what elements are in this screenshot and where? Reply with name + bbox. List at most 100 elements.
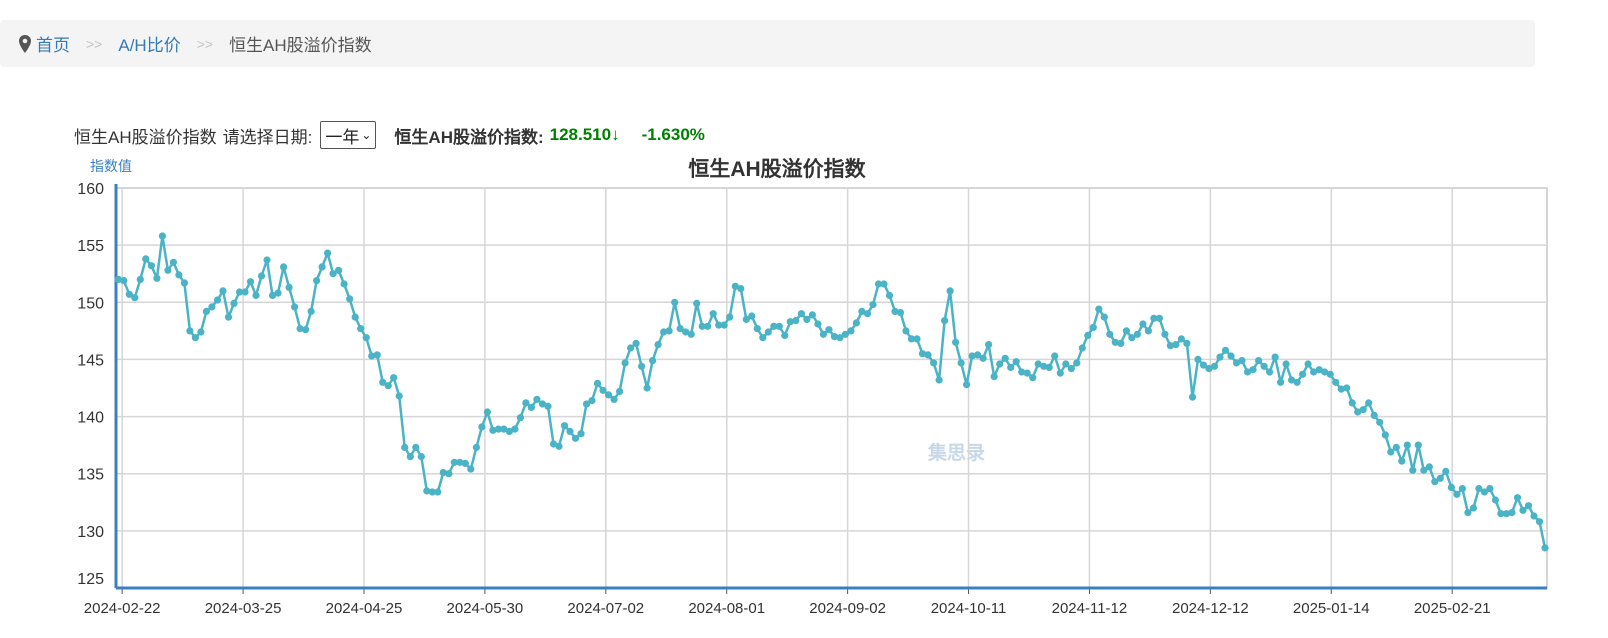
data-point	[191, 334, 199, 342]
data-point	[577, 430, 585, 438]
data-point	[1023, 369, 1031, 377]
y-tick-label: 135	[77, 467, 104, 484]
data-point	[406, 453, 414, 461]
data-point	[263, 256, 271, 264]
data-point	[560, 422, 569, 430]
y-tick-label: 145	[77, 352, 104, 369]
data-point	[208, 303, 216, 311]
x-tick-label: 2024-10-11	[931, 600, 1007, 617]
data-point	[781, 331, 789, 339]
data-point	[1029, 374, 1037, 382]
data-point	[1530, 512, 1538, 520]
data-point	[1403, 441, 1411, 449]
data-point	[1172, 341, 1180, 349]
data-point	[257, 272, 266, 280]
data-point	[445, 470, 453, 478]
data-point	[753, 325, 761, 333]
data-point	[373, 351, 381, 359]
data-point	[1095, 305, 1103, 313]
data-point	[979, 354, 987, 362]
line-chart: 160 155 150 145 140 135 130 125 2024-02-22 2024-0…	[77, 181, 1549, 617]
data-point	[985, 341, 993, 349]
data-point	[1255, 357, 1263, 365]
y-tick-label: 140	[77, 410, 104, 427]
data-point	[693, 299, 701, 307]
data-point	[120, 277, 128, 285]
data-point	[869, 301, 877, 309]
data-point	[616, 387, 624, 395]
data-point	[671, 298, 679, 306]
data-point	[1304, 360, 1312, 368]
data-point	[638, 362, 646, 370]
data-point	[1155, 314, 1163, 322]
data-point	[632, 339, 640, 347]
data-point	[1447, 483, 1455, 491]
data-point	[1216, 353, 1224, 361]
x-tick-label: 2024-11-12	[1052, 600, 1128, 617]
data-point	[896, 309, 905, 317]
data-point	[533, 395, 541, 403]
data-point	[665, 327, 673, 335]
x-tick-label: 2024-04-25	[326, 600, 403, 617]
data-point	[324, 249, 332, 257]
data-point	[963, 381, 971, 389]
data-point	[764, 328, 772, 336]
data-point	[946, 287, 954, 295]
data-point	[412, 443, 420, 451]
data-point	[461, 459, 469, 467]
data-point	[401, 443, 409, 451]
data-point	[197, 328, 205, 336]
data-point	[1227, 352, 1235, 360]
data-point	[302, 326, 310, 334]
data-point	[136, 275, 144, 283]
data-point	[1238, 357, 1246, 365]
data-point	[720, 321, 728, 329]
data-point	[280, 263, 288, 271]
data-point	[527, 403, 536, 411]
data-point	[797, 310, 806, 318]
data-point	[759, 334, 767, 342]
data-point	[1084, 331, 1092, 339]
data-point	[825, 326, 833, 334]
data-point	[924, 351, 932, 359]
data-point	[335, 266, 343, 274]
data-point	[224, 313, 233, 321]
data-point	[1001, 354, 1009, 362]
data-point	[775, 322, 783, 330]
data-point	[1007, 363, 1015, 371]
data-point	[1056, 369, 1064, 377]
data-point	[1188, 393, 1197, 401]
data-point	[1508, 508, 1516, 517]
data-point	[1541, 544, 1549, 552]
data-point	[1365, 399, 1373, 407]
data-point	[808, 311, 817, 319]
data-point	[1381, 431, 1389, 439]
data-point	[1045, 363, 1053, 371]
data-point	[1210, 362, 1219, 370]
data-point	[246, 278, 255, 286]
y-tick-label: 155	[77, 238, 104, 255]
data-point	[902, 327, 910, 335]
data-point	[1139, 320, 1147, 328]
data-point	[180, 279, 188, 287]
data-point	[1442, 467, 1450, 475]
data-point	[1117, 339, 1125, 347]
data-point	[1194, 355, 1202, 363]
data-point	[285, 283, 293, 291]
data-point	[880, 280, 888, 288]
data-point	[1453, 490, 1461, 498]
y-tick-label: 160	[77, 181, 104, 198]
data-point	[318, 263, 326, 271]
data-point	[957, 359, 965, 367]
data-point	[1332, 378, 1340, 386]
data-point	[1387, 448, 1395, 456]
data-point	[395, 392, 403, 400]
data-point	[1519, 506, 1527, 514]
data-point	[1183, 339, 1191, 347]
data-point	[654, 341, 662, 349]
data-point	[1012, 358, 1020, 366]
data-point	[726, 313, 734, 321]
data-point	[792, 317, 800, 325]
data-point	[164, 266, 172, 274]
x-tick-label: 2025-01-14	[1293, 600, 1370, 617]
